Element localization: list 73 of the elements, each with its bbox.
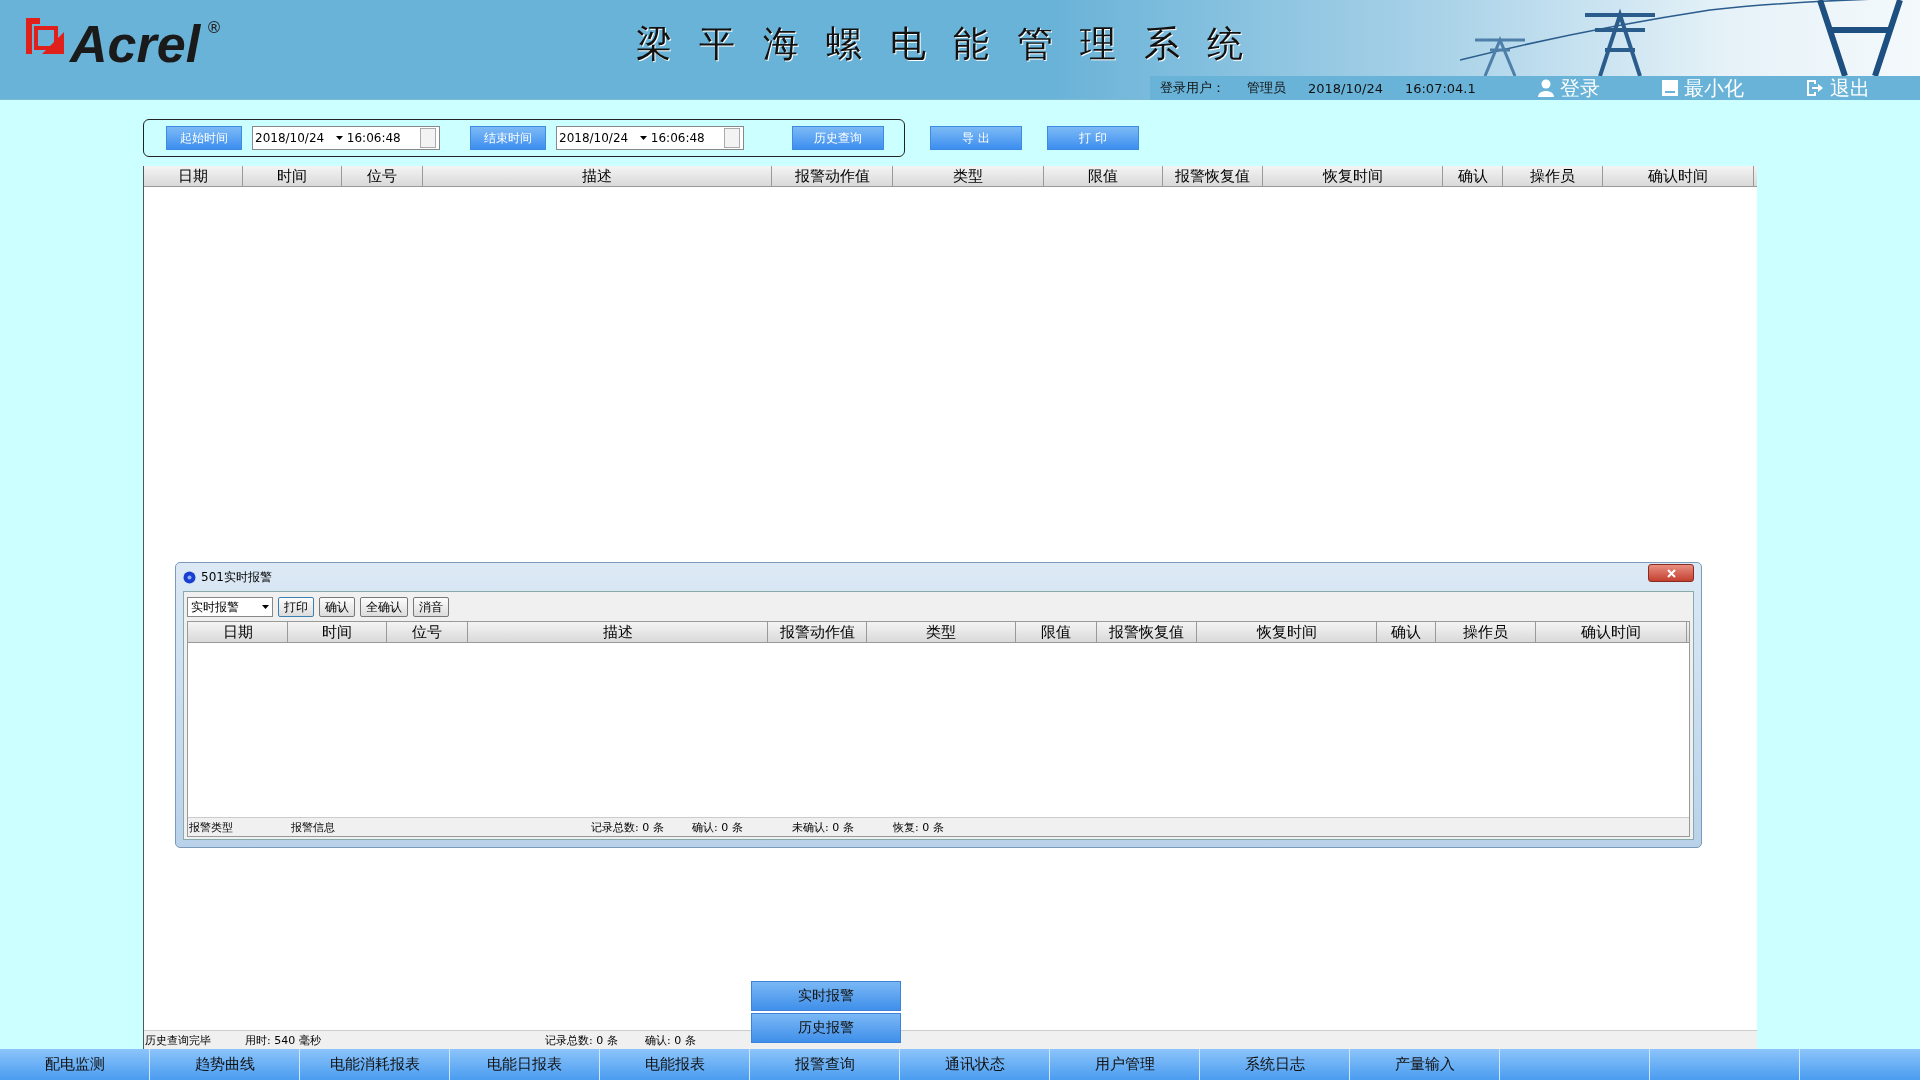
column-header: 限值 [1016,622,1097,642]
nav-tab[interactable]: 电能消耗报表 [300,1049,450,1080]
column-header: 类型 [893,166,1044,186]
nav-tab[interactable]: 报警查询 [750,1049,900,1080]
nav-tab[interactable]: 电能日报表 [450,1049,600,1080]
current-time: 16:07:04.1 [1404,80,1476,96]
dropdown-icon [640,136,647,140]
column-header: 描述 [468,622,768,642]
start-datetime-field[interactable]: 2018/10/24 16:06:48 [252,126,440,150]
alarm-menu-item[interactable]: 实时报警 [751,981,901,1011]
close-icon [1666,568,1676,578]
logo-icon [26,18,64,54]
logo-text: Acrel [70,18,201,70]
column-header: 确认时间 [1603,166,1754,186]
column-header: 时间 [288,622,387,642]
column-header: 报警动作值 [772,166,893,186]
user-icon [1537,79,1554,97]
dropdown-icon [262,605,269,609]
status-text: 确认: 0 条 [645,1033,696,1047]
spinner-icon [724,128,740,148]
app-icon [183,570,196,584]
login-user-label: 登录用户： [1160,79,1225,97]
column-header: 确认时间 [1536,622,1687,642]
column-header: 确认 [1443,166,1503,186]
dialog-button[interactable]: 打印 [278,597,314,617]
status-text: 报警类型 [189,820,233,834]
window-title: 梁 平 海 螺 电 能 管 理 系 统 [636,22,1251,66]
nav-tab[interactable]: 电能报表 [600,1049,750,1080]
status-text: 恢复: 0 条 [893,820,944,834]
nav-tab[interactable]: 系统日志 [1200,1049,1350,1080]
dialog-button[interactable]: 消音 [413,597,449,617]
column-header: 恢复时间 [1263,166,1443,186]
dropdown-icon [336,136,343,140]
user-name: 管理员 [1247,79,1286,97]
dialog-button[interactable]: 确认 [319,597,355,617]
column-header: 描述 [423,166,772,186]
nav-tab[interactable]: 用户管理 [1050,1049,1200,1080]
status-text: 未确认: 0 条 [792,820,854,834]
column-header: 操作员 [1436,622,1536,642]
column-header: 位号 [387,622,468,642]
status-text: 记录总数: 0 条 [545,1033,618,1047]
column-header: 报警动作值 [768,622,867,642]
nav-tab[interactable]: 通讯状态 [900,1049,1050,1080]
status-text: 历史查询完毕 [145,1033,211,1047]
spinner-icon [420,128,436,148]
alarm-menu-item[interactable]: 历史报警 [751,1013,901,1043]
status-text: 报警信息 [291,820,335,834]
minimize-icon [1661,79,1678,97]
column-header: 报警恢复值 [1097,622,1197,642]
exit-icon [1805,79,1824,97]
column-header: 报警恢复值 [1163,166,1263,186]
column-header: 位号 [342,166,423,186]
alarm-type-dropdown[interactable]: 实时报警 [187,597,273,617]
status-text: 用时: 540 毫秒 [245,1033,321,1047]
dialog-title: 501实时报警 [201,568,272,586]
nav-tab[interactable]: 趋势曲线 [150,1049,300,1080]
column-header: 限值 [1044,166,1163,186]
dialog-button[interactable]: 全确认 [360,597,408,617]
column-header: 操作员 [1503,166,1603,186]
status-text: 确认: 0 条 [692,820,743,834]
current-date: 2018/10/24 [1308,80,1383,96]
column-header: 时间 [243,166,342,186]
nav-tab[interactable]: 配电监测 [0,1049,150,1080]
column-header: 日期 [188,622,288,642]
status-text: 记录总数: 0 条 [591,820,664,834]
end-datetime-field[interactable]: 2018/10/24 16:06:48 [556,126,744,150]
column-header: 类型 [867,622,1016,642]
column-header: 确认 [1377,622,1436,642]
column-header: 日期 [144,166,243,186]
column-header: 恢复时间 [1197,622,1377,642]
nav-tab[interactable]: 产量输入 [1350,1049,1500,1080]
registered-mark: ® [206,18,223,37]
close-button[interactable] [1648,564,1694,582]
